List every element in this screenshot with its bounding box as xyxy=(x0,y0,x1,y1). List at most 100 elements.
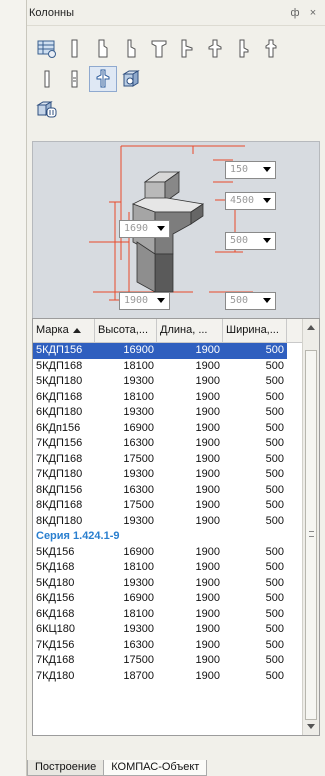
table-row[interactable]: 7КДП180 19300 1900 500 xyxy=(33,467,287,483)
scroll-down-icon[interactable] xyxy=(307,724,315,729)
column-console-up-icon[interactable] xyxy=(229,36,257,62)
table-cell: 1900 xyxy=(195,607,220,620)
table-cell: 18700 xyxy=(123,669,154,682)
dim-dropdown-bottom-right[interactable]: 500 xyxy=(225,292,276,310)
dim-dropdown-console[interactable]: 4500 xyxy=(225,192,276,210)
table-cell: 1900 xyxy=(195,638,220,651)
table-row[interactable]: 5КД168 18100 1900 500 xyxy=(33,560,287,576)
vertical-scrollbar[interactable] xyxy=(302,319,319,735)
column-plain-icon[interactable] xyxy=(61,36,89,62)
scroll-thumb[interactable] xyxy=(305,350,317,720)
table-cell: 1900 xyxy=(195,545,220,558)
table-row[interactable]: 5КД180 19300 1900 500 xyxy=(33,576,287,592)
table-cell: 1900 xyxy=(195,437,220,449)
grip-icon xyxy=(309,531,314,537)
scroll-up-icon[interactable] xyxy=(307,325,315,330)
table-cell: 1900 xyxy=(195,468,220,480)
header-height[interactable]: Высота,... xyxy=(95,319,157,342)
table-cell: 18100 xyxy=(123,607,154,620)
column-double-step-icon[interactable] xyxy=(257,36,285,62)
dim-dropdown-left-value: 1690 xyxy=(124,223,149,234)
table-row[interactable]: 5КДП156 16900 1900 500 xyxy=(33,343,287,359)
table-cell: 5КДП180 xyxy=(36,375,83,387)
table-row[interactable]: 5КДП180 19300 1900 500 xyxy=(33,374,287,390)
column-type-table-icon[interactable] xyxy=(33,36,61,62)
dim-dropdown-right-value: 500 xyxy=(230,235,249,246)
header-mark[interactable]: Марка xyxy=(33,319,95,342)
table-row[interactable]: 6КЦ180 19300 1900 500 xyxy=(33,622,287,638)
table-cell: 500 xyxy=(265,468,284,480)
table-row[interactable]: 7КД156 16300 1900 500 xyxy=(33,638,287,654)
table-cell: 7КДП168 xyxy=(36,452,83,465)
tab-build[interactable]: Построение xyxy=(27,760,105,776)
table-row[interactable]: 6КД156 16900 1900 500 xyxy=(33,591,287,607)
table-cell: 7КДП156 xyxy=(36,437,83,449)
panel-titlebar: Колонны ф × xyxy=(27,0,325,26)
dim-dropdown-bottom-left[interactable]: 1900 xyxy=(119,292,170,310)
table-cell: 500 xyxy=(265,437,284,449)
table-cell: 1900 xyxy=(195,499,220,511)
panel-title: Колонны xyxy=(29,6,74,19)
table-row[interactable]: 7КД180 18700 1900 500 xyxy=(33,669,287,685)
header-length[interactable]: Длина, ... xyxy=(157,319,223,342)
group-header-row[interactable]: Серия 1.424.1-9 xyxy=(33,529,287,545)
table-cell: 19300 xyxy=(123,576,154,589)
sort-ascending-icon xyxy=(72,327,81,333)
dim-dropdown-left[interactable]: 1690 xyxy=(119,220,170,238)
chevron-down-icon xyxy=(263,167,271,172)
table-cell: 1900 xyxy=(195,359,220,372)
column-narrow-icon[interactable] xyxy=(33,66,61,92)
column-console-right-icon[interactable] xyxy=(117,36,145,62)
table-row[interactable]: 7КДП168 17500 1900 500 xyxy=(33,452,287,468)
column-step-icon[interactable] xyxy=(173,36,201,62)
header-mark-label: Марка xyxy=(36,324,69,336)
table-row[interactable]: 8КДП180 19300 1900 500 xyxy=(33,514,287,530)
dim-dropdown-top[interactable]: 150 xyxy=(225,161,276,179)
table-row[interactable]: 7КД168 17500 1900 500 xyxy=(33,653,287,669)
column-3d-view-icon[interactable] xyxy=(33,96,61,122)
table-cell: 500 xyxy=(265,344,284,356)
table-cell: 19300 xyxy=(123,468,154,480)
pin-button[interactable]: ф xyxy=(288,7,302,19)
chevron-down-icon xyxy=(157,298,165,303)
column-double-console-icon[interactable] xyxy=(201,36,229,62)
table-row[interactable]: 5КД156 16900 1900 500 xyxy=(33,545,287,561)
column-hatched-icon[interactable] xyxy=(61,66,89,92)
column-console-left-icon[interactable] xyxy=(89,36,117,62)
table-cell: 1900 xyxy=(195,623,220,635)
table-row[interactable]: 6КД168 18100 1900 500 xyxy=(33,607,287,623)
tab-kompas-object[interactable]: КОМПАС-Объект xyxy=(103,760,208,776)
table-row[interactable]: 6КДП168 18100 1900 500 xyxy=(33,390,287,406)
header-width[interactable]: Ширина,... xyxy=(223,319,287,342)
column-two-branch-icon[interactable] xyxy=(89,66,117,92)
dim-dropdown-top-value: 150 xyxy=(230,164,249,175)
table-cell: 500 xyxy=(265,499,284,511)
table-row[interactable]: 8КДП156 16300 1900 500 xyxy=(33,483,287,499)
table-cell: 1900 xyxy=(195,654,220,666)
table-cell: 8КДП180 xyxy=(36,514,83,527)
table-cell: 500 xyxy=(265,669,284,682)
table-row[interactable]: 6КДП180 19300 1900 500 xyxy=(33,405,287,421)
table-cell: 500 xyxy=(265,421,284,434)
table-cell: 500 xyxy=(265,545,284,558)
table-row[interactable]: 7КДП156 16300 1900 500 xyxy=(33,436,287,452)
table-row[interactable]: 6КДп156 16900 1900 500 xyxy=(33,421,287,437)
table-cell: 1900 xyxy=(195,452,220,465)
dim-dropdown-right[interactable]: 500 xyxy=(225,232,276,250)
table-cell: 18100 xyxy=(123,561,154,573)
table-cell: 5КДП156 xyxy=(36,344,83,356)
close-button[interactable]: × xyxy=(306,7,320,19)
columns-panel: Колонны ф × 150 4500 1690 500 1900 500 М… xyxy=(26,0,325,776)
column-subtype-toolbar xyxy=(27,64,325,94)
table-cell: 500 xyxy=(265,623,284,635)
table-cell: 500 xyxy=(265,452,284,465)
table-row[interactable]: 5КДП168 18100 1900 500 xyxy=(33,359,287,375)
table-cell: 6КДП168 xyxy=(36,390,83,403)
table-cell: 500 xyxy=(265,406,284,418)
table-cell: 500 xyxy=(265,561,284,573)
column-t-icon[interactable] xyxy=(145,36,173,62)
table-row[interactable]: 8КДП168 17500 1900 500 xyxy=(33,498,287,514)
column-3d-icon[interactable] xyxy=(117,66,145,92)
columns-table: Марка Высота,... Длина, ... Ширина,... 5… xyxy=(32,318,320,736)
table-cell: 1900 xyxy=(195,561,220,573)
